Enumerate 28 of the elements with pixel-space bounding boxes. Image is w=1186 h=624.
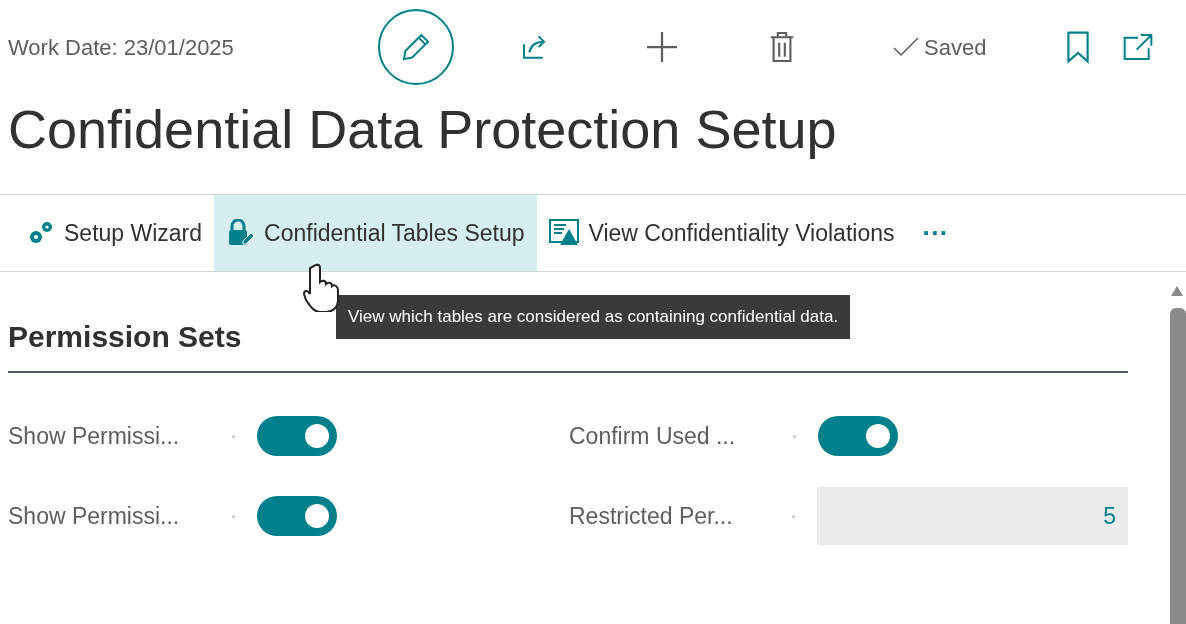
toggle-switch[interactable] [257,496,337,536]
toggle-switch[interactable] [818,416,898,456]
action-button[interactable]: Confidential Tables Setup [214,195,537,271]
field-label: Restricted Per... [569,501,734,531]
action-button[interactable]: Setup Wizard [14,195,215,271]
open-in-new-window-icon[interactable] [1122,32,1155,62]
edit-button[interactable] [378,9,454,85]
field-label: Confirm Used ... [569,421,737,451]
scroll-up-icon[interactable] [1170,285,1184,297]
tooltip: View which tables are considered as containing confidential data. [336,295,851,339]
scrollbar[interactable] [1170,308,1186,624]
toggle-switch[interactable] [257,416,337,456]
hand-cursor-icon [302,262,340,312]
report-icon [548,219,581,247]
plus-icon[interactable] [644,29,680,65]
pencil-icon [400,31,432,63]
field-label: Show Permissi... [8,501,181,531]
number-field[interactable]: 5 [817,487,1128,545]
saved-status: Saved [924,33,987,62]
delete-icon[interactable] [768,30,796,64]
lock-icon [226,219,257,247]
field-label: Show Permissi... [8,421,181,451]
bookmark-icon[interactable] [1066,30,1091,64]
checkmark-icon [892,35,920,59]
more-actions-button[interactable]: ··· [906,195,965,271]
work-date: Work Date: 23/01/2025 [8,33,235,62]
page-title: Confidential Data Protection Setup [7,98,838,161]
action-button[interactable]: View Confidentiality Violations [536,195,907,271]
